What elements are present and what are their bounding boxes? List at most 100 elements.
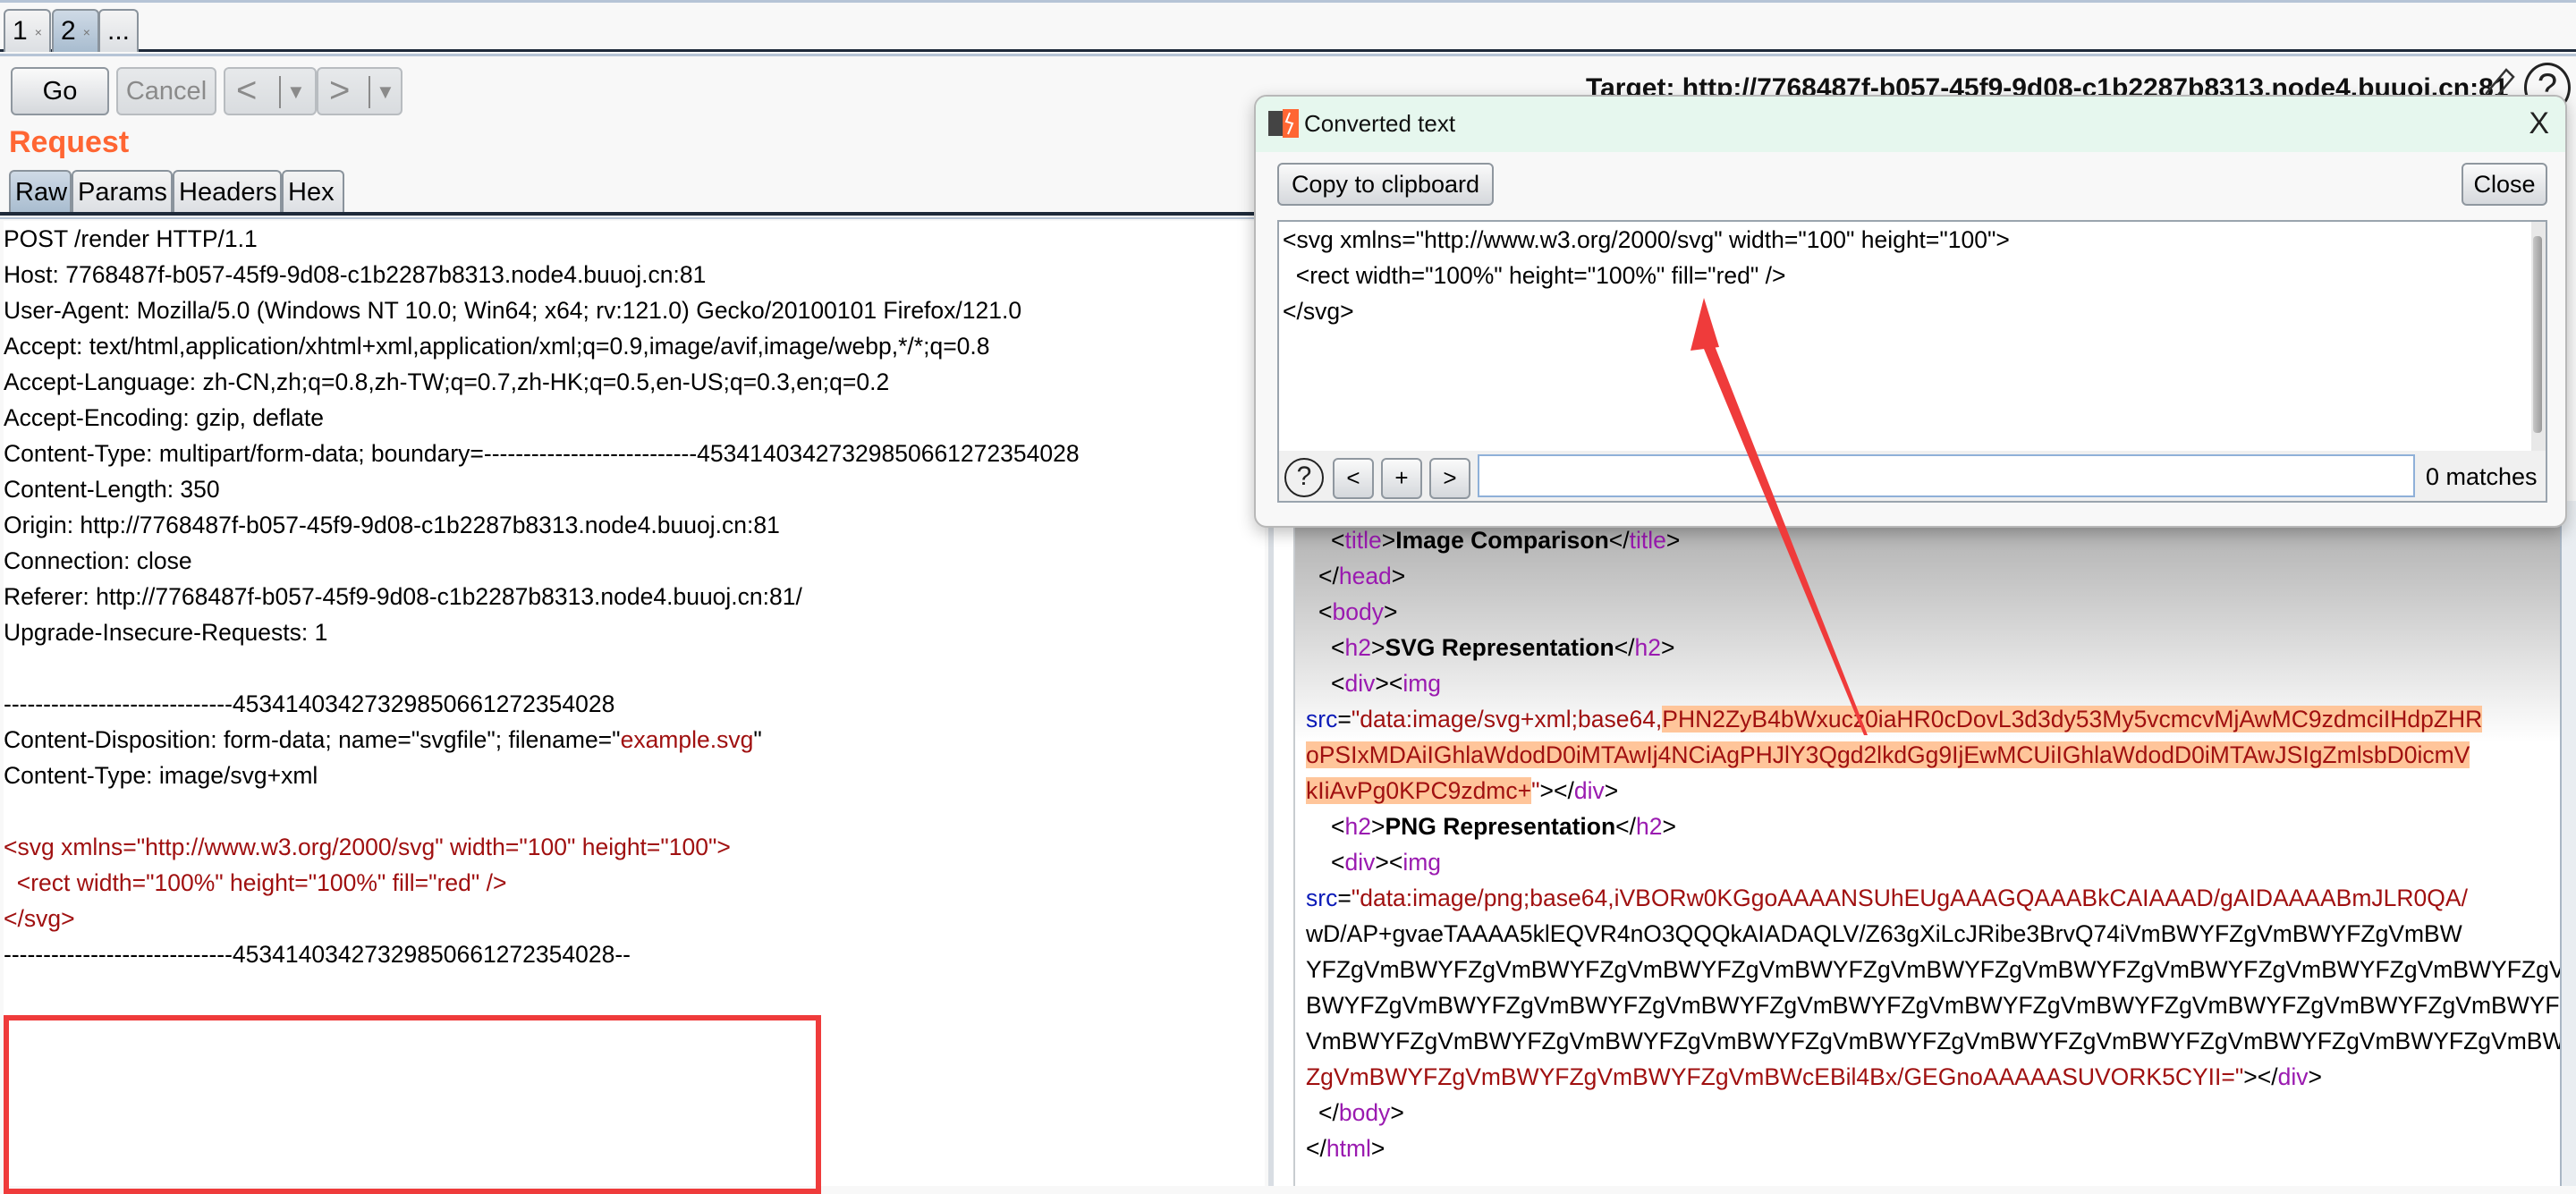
annotation-highlight-box	[4, 1015, 821, 1194]
png-src-line: YFZgVmBWYFZgVmBWYFZgVmBWYFZgVmBWYFZgVmBW…	[1306, 956, 2576, 983]
scrollbar-thumb[interactable]	[2533, 236, 2542, 433]
tab-headers[interactable]: Headers	[173, 170, 282, 213]
request-line: POST /render HTTP/1.1	[4, 225, 258, 252]
back-button[interactable]: < ▼	[224, 67, 317, 115]
tag-name: body	[1332, 598, 1384, 625]
svg-body-line: <rect width="100%" height="100%" fill="r…	[4, 869, 507, 896]
request-editor[interactable]: POST /render HTTP/1.1 Host: 7768487f-b05…	[4, 221, 1265, 1194]
tag-name: html	[1326, 1135, 1371, 1162]
header-accept: Accept: text/html,application/xhtml+xml,…	[4, 333, 990, 360]
svg-src-line: oPSIxMDAiIGhlaWdodD0iMTAwIj4NCiAgPHJlY3Q…	[1306, 737, 2470, 773]
search-add-button[interactable]: +	[1381, 458, 1422, 499]
png-src-line: VmBWYFZgVmBWYFZgVmBWYFZgVmBWYFZgVmBWYFZg…	[1306, 1028, 2576, 1054]
tag-name: title	[1344, 527, 1382, 554]
svg-body-line: </svg>	[4, 905, 75, 932]
repeater-tab-more[interactable]: ...	[98, 9, 140, 52]
tag-name: h2	[1344, 634, 1371, 661]
tag-name: div	[2277, 1063, 2309, 1090]
header-accept-language: Accept-Language: zh-CN,zh;q=0.8,zh-TW;q=…	[4, 368, 890, 395]
text-scrollbar[interactable]	[2531, 222, 2546, 451]
code-line: <div><img	[1331, 670, 1442, 697]
header-origin: Origin: http://7768487f-b057-45f9-9d08-c…	[4, 512, 780, 538]
png-src-line: ZgVmBWYFZgVmBWYFZgVmBWYFZgVmBWcEBil4Bx/G…	[1306, 1063, 2322, 1090]
divider	[279, 76, 281, 108]
header-connection: Connection: close	[4, 547, 192, 574]
filename: example.svg	[620, 726, 754, 753]
tag-name: h2	[1634, 634, 1662, 661]
close-icon[interactable]: ×	[83, 25, 90, 39]
code-line-h2: <h2>PNG Representation</h2>	[1331, 813, 1676, 840]
chevron-down-icon[interactable]: ▼	[286, 76, 306, 108]
chevron-right-icon: >	[329, 71, 351, 110]
close-icon[interactable]: ×	[35, 25, 42, 39]
tab-label: ...	[107, 16, 131, 46]
svg-src-line: src="data:image/svg+xml;base64,PHN2ZyB4b…	[1306, 706, 2483, 732]
help-icon[interactable]: ?	[1284, 458, 1324, 497]
go-button[interactable]: Go	[11, 67, 109, 115]
copy-to-clipboard-button[interactable]: Copy to clipboard	[1277, 163, 1494, 206]
attr-value: "data:image/svg+xml;base64,	[1351, 706, 1663, 732]
header-upgrade-insecure: Upgrade-Insecure-Requests: 1	[4, 619, 328, 646]
search-bar: ? < + > 0 matches	[1277, 451, 2547, 503]
response-viewer[interactable]: <head> <title>Image Comparison</title> <…	[1268, 491, 2576, 1186]
divider	[0, 212, 1270, 216]
disposition-text: Content-Disposition: form-data; name="sv…	[4, 726, 621, 753]
png-src-line: src="data:image/png;base64,iVBORw0KGgoAA…	[1306, 885, 2468, 911]
tag-name: img	[1402, 670, 1442, 697]
tag-name: div	[1573, 777, 1605, 804]
converted-text-dialog: Converted text X Copy to clipboard Close…	[1254, 95, 2567, 528]
header-content-type: Content-Type: multipart/form-data; bound…	[4, 440, 1080, 467]
tag-name: div	[1344, 670, 1376, 697]
tab-label: 1	[13, 16, 28, 46]
close-button[interactable]: Close	[2462, 163, 2547, 206]
page-title-text: Image Comparison	[1395, 527, 1609, 554]
quote: "	[753, 726, 762, 753]
closing-boundary: -----------------------------45341403427…	[4, 941, 631, 968]
search-input[interactable]	[1478, 454, 2415, 497]
tab-params[interactable]: Params	[72, 170, 173, 213]
header-accept-encoding: Accept-Encoding: gzip, deflate	[4, 404, 324, 431]
cancel-button[interactable]: Cancel	[116, 67, 216, 115]
svg-heading-text: SVG Representation	[1385, 634, 1614, 661]
header-user-agent: User-Agent: Mozilla/5.0 (Windows NT 10.0…	[4, 297, 1022, 324]
tag-name: h2	[1636, 813, 1663, 840]
response-scrollbar[interactable]	[2560, 501, 2576, 1186]
repeater-tab-1[interactable]: 1 ×	[4, 9, 51, 52]
content-disposition: Content-Disposition: form-data; name="sv…	[4, 722, 762, 758]
svg-base64-highlight: PHN2ZyB4bWxucz0iaHR0cDovL3d3dy53My5vcmcv…	[1662, 706, 2483, 732]
attr-value: ZgVmBWYFZgVmBWYFZgVmBWYFZgVmBWcEBil4Bx/G…	[1306, 1063, 2244, 1090]
svg-src-line: kIiAvPg0KPC9zdmc+"></div>	[1306, 777, 1619, 804]
match-count: 0 matches	[2426, 463, 2538, 490]
png-heading-text: PNG Representation	[1385, 813, 1616, 840]
part-content-type: Content-Type: image/svg+xml	[4, 762, 318, 789]
tag-name: title	[1629, 527, 1666, 554]
attr-name: src	[1306, 885, 1338, 911]
converted-text-area[interactable]: <svg xmlns="http://www.w3.org/2000/svg" …	[1277, 220, 2547, 453]
divider	[369, 76, 370, 108]
svg-body-line: <svg xmlns="http://www.w3.org/2000/svg" …	[4, 834, 731, 860]
multipart-boundary: -----------------------------45341403427…	[4, 690, 615, 717]
search-next-button[interactable]: >	[1429, 458, 1470, 499]
forward-button[interactable]: > ▼	[317, 67, 402, 115]
dialog-titlebar[interactable]: Converted text X	[1256, 97, 2565, 152]
divider	[0, 217, 1270, 219]
chevron-down-icon[interactable]: ▼	[376, 76, 395, 108]
code-line: <body>	[1318, 598, 1398, 625]
svg-base64-highlight: oPSIxMDAiIGhlaWdodD0iMTAwIj4NCiAgPHJlY3Q…	[1306, 741, 2470, 768]
tab-raw[interactable]: Raw	[9, 170, 72, 213]
tab-hex[interactable]: Hex	[282, 170, 344, 213]
dialog-title: Converted text	[1304, 110, 1456, 137]
close-icon[interactable]: X	[2529, 106, 2549, 141]
png-src-line: BWYFZgVmBWYFZgVmBWYFZgVmBWYFZgVmBWYFZgVm…	[1306, 992, 2576, 1019]
burp-logo-icon	[1268, 109, 1299, 138]
tag-name: body	[1338, 1099, 1391, 1126]
code-line-title: <title>Image Comparison</title>	[1331, 527, 1681, 554]
request-title: Request	[9, 125, 130, 159]
tab-label: 2	[61, 16, 76, 46]
repeater-tab-2[interactable]: 2 ×	[52, 9, 99, 52]
search-prev-button[interactable]: <	[1333, 458, 1374, 499]
converted-line: <rect width="100%" height="100%" fill="r…	[1283, 262, 1786, 289]
repeater-tab-bar: 1 × 2 × ...	[0, 0, 2576, 56]
code-line: </head>	[1318, 563, 1406, 589]
converted-line: <svg xmlns="http://www.w3.org/2000/svg" …	[1283, 226, 2010, 253]
